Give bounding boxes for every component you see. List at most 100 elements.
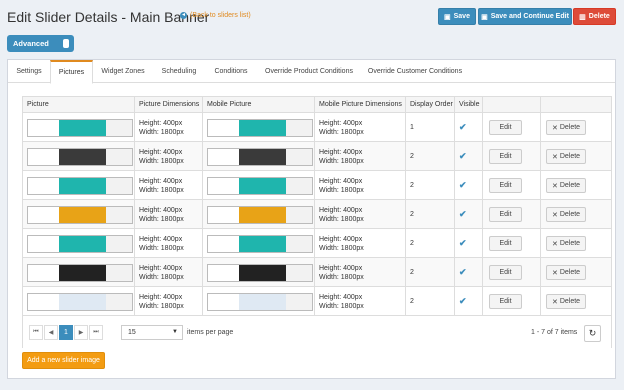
tab-conditions[interactable]: Conditions <box>205 60 257 83</box>
height-text: Height: 400px <box>319 177 363 185</box>
edit-button[interactable]: Edit <box>489 236 522 251</box>
column-header[interactable]: Visible <box>455 97 483 113</box>
check-icon: ✔ <box>459 209 467 219</box>
caret-down-icon: ▼ <box>172 329 178 335</box>
delete-row-button[interactable]: ✕ Delete <box>546 207 586 222</box>
edit-button[interactable]: Edit <box>489 265 522 280</box>
floppy-icon: ▣ <box>444 13 451 21</box>
advanced-label: Advanced <box>13 39 49 48</box>
width-text: Width: 1800px <box>139 273 184 281</box>
mobile-banner-thumbnail <box>207 205 313 224</box>
banner-thumbnail <box>27 205 133 224</box>
page-number[interactable]: 1 <box>59 325 73 340</box>
width-text: Width: 1800px <box>139 128 184 136</box>
add-slider-image-button[interactable]: Add a new slider image <box>22 352 105 369</box>
edit-button[interactable]: Edit <box>489 294 522 309</box>
advanced-toggle[interactable]: Advanced <box>7 35 74 52</box>
column-header[interactable]: Picture <box>23 97 135 113</box>
check-icon: ✔ <box>459 151 467 161</box>
banner-thumbnail <box>27 234 133 253</box>
display-order: 1 <box>410 124 414 131</box>
mobile-banner-thumbnail <box>207 147 313 166</box>
height-text: Height: 400px <box>139 148 183 156</box>
table-row: Height: 400px Width: 1800px Height: 400px… <box>23 258 611 287</box>
close-icon: ✕ <box>551 182 558 190</box>
close-icon: ✕ <box>551 298 558 306</box>
height-text: Height: 400px <box>139 235 183 243</box>
delete-button[interactable]: ▥ Delete <box>573 8 616 25</box>
last-page-icon[interactable]: ⏭ <box>89 325 103 340</box>
close-icon: ✕ <box>551 124 558 132</box>
edit-button[interactable]: Edit <box>489 207 522 222</box>
tab-settings[interactable]: Settings <box>8 60 50 83</box>
tab-override-product-conditions[interactable]: Override Product Conditions <box>257 60 361 83</box>
column-header[interactable]: Mobile Picture <box>203 97 315 113</box>
banner-thumbnail <box>27 118 133 137</box>
pager: ⏮ ◀ 1 ▶ ⏭ 15 ▼ items per page 1 - 7 of 7… <box>23 318 611 348</box>
prev-page-icon[interactable]: ◀ <box>44 325 58 340</box>
page-header: Edit Slider Details - Main Banner ◂ (Bac… <box>0 0 624 32</box>
close-icon: ✕ <box>551 240 558 248</box>
width-text: Width: 1800px <box>319 302 364 310</box>
banner-thumbnail <box>27 292 133 311</box>
save-continue-button[interactable]: ▣ Save and Continue Edit <box>478 8 572 25</box>
banner-thumbnail <box>27 147 133 166</box>
display-order: 2 <box>410 182 414 189</box>
floppy-icon: ▣ <box>481 13 488 21</box>
column-header[interactable]: Mobile Picture Dimensions <box>315 97 406 113</box>
delete-row-button[interactable]: ✕ Delete <box>546 294 586 309</box>
save-button[interactable]: ▣ Save <box>438 8 476 25</box>
toggle-knob <box>63 39 69 48</box>
delete-row-label: Delete <box>559 124 581 131</box>
column-header[interactable]: Picture Dimensions <box>135 97 203 113</box>
tab-widget-zones[interactable]: Widget Zones <box>93 60 153 83</box>
width-text: Width: 1800px <box>139 157 184 165</box>
width-text: Width: 1800px <box>139 215 184 223</box>
mobile-banner-thumbnail <box>207 234 313 253</box>
table-row: Height: 400px Width: 1800px Height: 400px… <box>23 229 611 258</box>
edit-button[interactable]: Edit <box>489 178 522 193</box>
width-text: Width: 1800px <box>319 186 364 194</box>
delete-row-button[interactable]: ✕ Delete <box>546 236 586 251</box>
height-text: Height: 400px <box>319 264 363 272</box>
tab-pictures[interactable]: Pictures <box>50 60 93 84</box>
width-text: Width: 1800px <box>319 215 364 223</box>
check-icon: ✔ <box>459 267 467 277</box>
table-row: Height: 400px Width: 1800px Height: 400px… <box>23 171 611 200</box>
mobile-banner-thumbnail <box>207 292 313 311</box>
edit-button[interactable]: Edit <box>489 149 522 164</box>
edit-button[interactable]: Edit <box>489 120 522 135</box>
column-header[interactable]: Display Order <box>406 97 455 113</box>
column-header <box>483 97 541 113</box>
height-text: Height: 400px <box>139 206 183 214</box>
width-text: Width: 1800px <box>319 157 364 165</box>
check-icon: ✔ <box>459 122 467 132</box>
delete-row-button[interactable]: ✕ Delete <box>546 120 586 135</box>
height-text: Height: 400px <box>139 119 183 127</box>
check-icon: ✔ <box>459 180 467 190</box>
back-link-label: (Back to sliders list) <box>190 12 251 19</box>
delete-row-button[interactable]: ✕ Delete <box>546 149 586 164</box>
table-row: Height: 400px Width: 1800px Height: 400px… <box>23 287 611 316</box>
delete-row-label: Delete <box>559 182 581 189</box>
first-page-icon[interactable]: ⏮ <box>29 325 43 340</box>
delete-row-button[interactable]: ✕ Delete <box>546 178 586 193</box>
page-size-select[interactable]: 15 ▼ <box>121 325 183 340</box>
delete-row-label: Delete <box>559 298 581 305</box>
tab-scheduling[interactable]: Scheduling <box>153 60 205 83</box>
item-count: 1 - 7 of 7 items <box>531 329 578 336</box>
delete-row-label: Delete <box>559 269 581 276</box>
pictures-grid: Picture Picture Dimensions Mobile Pictur… <box>22 96 612 348</box>
check-icon: ✔ <box>459 296 467 306</box>
height-text: Height: 400px <box>319 293 363 301</box>
banner-thumbnail <box>27 263 133 282</box>
refresh-icon[interactable]: ↻ <box>584 325 601 342</box>
mobile-banner-thumbnail <box>207 263 313 282</box>
main-panel: Settings Pictures Widget Zones Schedulin… <box>7 59 616 379</box>
height-text: Height: 400px <box>319 148 363 156</box>
back-link[interactable]: ◂ (Back to sliders list) <box>180 12 251 19</box>
height-text: Height: 400px <box>319 235 363 243</box>
delete-row-button[interactable]: ✕ Delete <box>546 265 586 280</box>
next-page-icon[interactable]: ▶ <box>74 325 88 340</box>
tab-override-customer-conditions[interactable]: Override Customer Conditions <box>361 60 469 83</box>
